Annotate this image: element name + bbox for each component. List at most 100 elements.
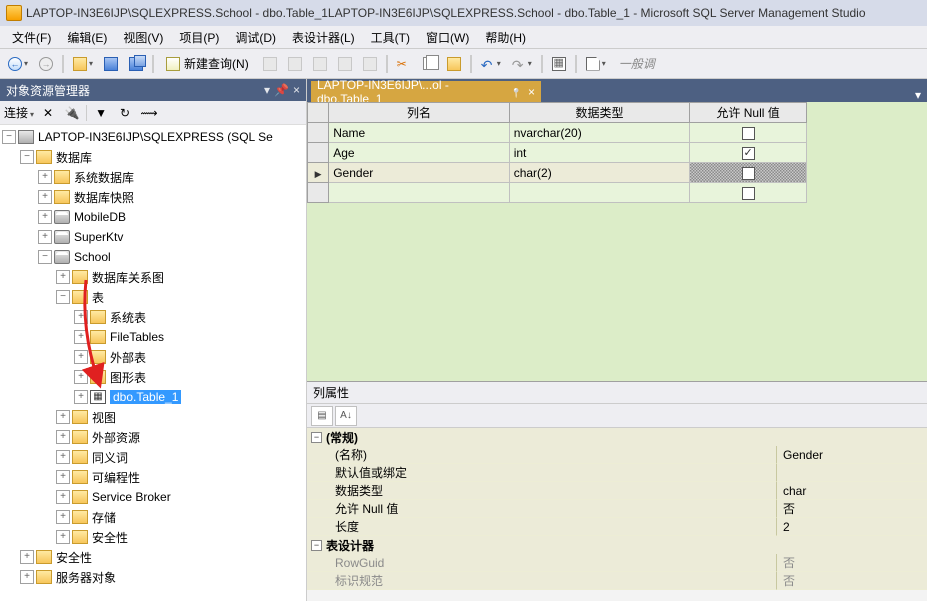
- tree-table-dbo-table1[interactable]: +dbo.Table_1: [0, 387, 306, 407]
- tree-server[interactable]: −LAPTOP-IN3E6IJP\SQLEXPRESS (SQL Se: [0, 127, 306, 147]
- query-type-3-button[interactable]: [309, 53, 331, 75]
- dropdown-icon[interactable]: ▾: [264, 83, 270, 97]
- query-type-5-button[interactable]: [359, 53, 381, 75]
- folder-icon: [90, 310, 106, 324]
- tree-sys-tables[interactable]: +系统表: [0, 307, 306, 327]
- tree-file-tables[interactable]: +FileTables: [0, 327, 306, 347]
- cell-null[interactable]: [690, 163, 807, 183]
- col-header-type[interactable]: 数据类型: [509, 103, 689, 123]
- activity-button[interactable]: ⟿: [139, 103, 159, 123]
- paste-button[interactable]: [443, 53, 465, 75]
- menu-file[interactable]: 文件(F): [4, 26, 59, 49]
- disconnect-button[interactable]: ✕: [38, 103, 58, 123]
- prop-default[interactable]: 默认值或绑定: [307, 464, 927, 482]
- menu-view[interactable]: 视图(V): [115, 26, 171, 49]
- tree-db-snapshot[interactable]: +数据库快照: [0, 187, 306, 207]
- saveall-button[interactable]: [125, 53, 147, 75]
- save-button[interactable]: [100, 53, 122, 75]
- redo-button[interactable]: [508, 53, 536, 75]
- menu-debug[interactable]: 调试(D): [227, 26, 284, 49]
- cell-type[interactable]: nvarchar(20): [509, 123, 689, 143]
- categorized-button[interactable]: ▤: [311, 406, 333, 426]
- tree-views[interactable]: +视图: [0, 407, 306, 427]
- designer-row-empty[interactable]: [308, 183, 807, 203]
- results-grid-button[interactable]: [548, 53, 570, 75]
- pin-icon[interactable]: 📌: [274, 83, 289, 97]
- close-icon[interactable]: [528, 85, 535, 99]
- connect-label[interactable]: 连接: [4, 104, 34, 121]
- tree-security-db[interactable]: +安全性: [0, 527, 306, 547]
- folder-icon: [36, 570, 52, 584]
- tree-programmability[interactable]: +可编程性: [0, 467, 306, 487]
- query-type-1-button[interactable]: [259, 53, 281, 75]
- nav-back-button[interactable]: [4, 53, 32, 75]
- script-button[interactable]: [582, 53, 610, 75]
- tree-server-objects[interactable]: +服务器对象: [0, 567, 306, 587]
- tree-sys-databases[interactable]: +系统数据库: [0, 167, 306, 187]
- copy-button[interactable]: [418, 53, 440, 75]
- alphabetical-button[interactable]: A↓: [335, 406, 357, 426]
- cell-null[interactable]: [690, 123, 807, 143]
- nav-forward-button[interactable]: [35, 53, 57, 75]
- pin-icon[interactable]: [511, 85, 522, 99]
- menu-edit[interactable]: 编辑(E): [59, 26, 115, 49]
- tree-db-mobiledb[interactable]: +MobileDB: [0, 207, 306, 227]
- menu-help[interactable]: 帮助(H): [477, 26, 534, 49]
- tree-synonyms[interactable]: +同义词: [0, 447, 306, 467]
- prop-identity[interactable]: 标识规范否: [307, 572, 927, 590]
- menu-window[interactable]: 窗口(W): [418, 26, 477, 49]
- separator: [62, 55, 64, 73]
- object-explorer-tree[interactable]: −LAPTOP-IN3E6IJP\SQLEXPRESS (SQL Se −数据库…: [0, 125, 306, 601]
- menu-tools[interactable]: 工具(T): [363, 26, 418, 49]
- prop-nullable[interactable]: 允许 Null 值否: [307, 500, 927, 518]
- menu-tabledesigner[interactable]: 表设计器(L): [284, 26, 363, 49]
- tree-storage[interactable]: +存储: [0, 507, 306, 527]
- checkbox-icon: [742, 127, 755, 140]
- cell-type[interactable]: int: [509, 143, 689, 163]
- open-button[interactable]: [69, 53, 97, 75]
- col-header-null[interactable]: 允许 Null 值: [690, 103, 807, 123]
- undo-button[interactable]: [477, 53, 505, 75]
- filter-button[interactable]: ▼: [91, 103, 111, 123]
- prop-length[interactable]: 长度2: [307, 518, 927, 536]
- query-type-4-button[interactable]: [334, 53, 356, 75]
- designer-row-active[interactable]: Gender char(2): [308, 163, 807, 183]
- tree-security[interactable]: +安全性: [0, 547, 306, 567]
- table-designer-grid[interactable]: 列名 数据类型 允许 Null 值 Name nvarchar(20) Age …: [307, 102, 927, 203]
- props-category-designer[interactable]: −表设计器: [307, 536, 927, 554]
- prop-name[interactable]: (名称)Gender: [307, 446, 927, 464]
- new-query-button[interactable]: 新建查询(N): [159, 53, 256, 75]
- cell-name[interactable]: Age: [329, 143, 509, 163]
- menu-project[interactable]: 项目(P): [171, 26, 227, 49]
- tree-db-school[interactable]: −School: [0, 247, 306, 267]
- refresh-button[interactable]: ↻: [115, 103, 135, 123]
- prop-rowguid[interactable]: RowGuid否: [307, 554, 927, 572]
- cell-name[interactable]: Name: [329, 123, 509, 143]
- tree-tables[interactable]: −表: [0, 287, 306, 307]
- props-grid[interactable]: −(常规) (名称)Gender 默认值或绑定 数据类型char 允许 Null…: [307, 428, 927, 601]
- tree-databases[interactable]: −数据库: [0, 147, 306, 167]
- tree-db-superktv[interactable]: +SuperKtv: [0, 227, 306, 247]
- tree-diagrams[interactable]: +数据库关系图: [0, 267, 306, 287]
- tab-table-designer[interactable]: LAPTOP-IN3E6IJP\...ol - dbo.Table_1: [311, 81, 541, 102]
- tree-external-tables[interactable]: +外部表: [0, 347, 306, 367]
- separator: [575, 55, 577, 73]
- tree-ext-resources[interactable]: +外部资源: [0, 427, 306, 447]
- col-header-name[interactable]: 列名: [329, 103, 509, 123]
- designer-row[interactable]: Age int: [308, 143, 807, 163]
- props-category-general[interactable]: −(常规): [307, 428, 927, 446]
- connect-button[interactable]: 🔌: [62, 103, 82, 123]
- tree-service-broker[interactable]: +Service Broker: [0, 487, 306, 507]
- prop-datatype[interactable]: 数据类型char: [307, 482, 927, 500]
- cell-type[interactable]: char(2): [509, 163, 689, 183]
- designer-row[interactable]: Name nvarchar(20): [308, 123, 807, 143]
- tab-overflow-button[interactable]: ▾: [909, 88, 927, 102]
- cut-button[interactable]: [393, 53, 415, 75]
- tree-graph-tables[interactable]: +图形表: [0, 367, 306, 387]
- close-icon[interactable]: ×: [293, 83, 300, 97]
- cell-null[interactable]: [690, 143, 807, 163]
- undo-icon: [481, 57, 495, 71]
- cell-name[interactable]: Gender: [329, 163, 509, 183]
- query-type-2-button[interactable]: [284, 53, 306, 75]
- copy-icon: [423, 57, 434, 70]
